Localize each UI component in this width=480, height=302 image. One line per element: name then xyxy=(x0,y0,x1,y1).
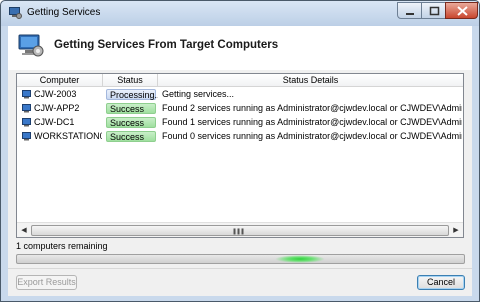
status-details: Found 1 services running as Administrato… xyxy=(162,117,462,127)
title-bar[interactable]: Getting Services xyxy=(1,1,479,26)
minimize-button[interactable] xyxy=(397,2,422,19)
lower-panel: Computer Status Status Details CJW-2003 … xyxy=(8,70,472,296)
dialog-window: Getting Services Getting Services From T… xyxy=(0,0,480,302)
export-results-button[interactable]: Export Results xyxy=(16,275,77,290)
column-header-computer[interactable]: Computer xyxy=(17,74,103,86)
computer-icon xyxy=(22,90,31,99)
remaining-count: 1 computers remaining xyxy=(16,241,108,251)
table-row[interactable]: CJW-DC1 Success Found 1 services running… xyxy=(17,116,463,129)
progress-bar xyxy=(16,254,465,264)
scrollbar-thumb[interactable]: ❚❚❚ xyxy=(31,225,449,236)
horizontal-scrollbar[interactable]: ◀ ❚❚❚ ▶ xyxy=(17,222,463,237)
status-badge: Success xyxy=(106,103,156,114)
table-row[interactable]: CJW-2003 Processing... Getting services.… xyxy=(17,88,463,101)
status-badge: Success xyxy=(106,131,156,142)
computer-name: CJW-2003 xyxy=(34,89,77,99)
status-details: Getting services... xyxy=(162,89,235,99)
close-icon xyxy=(457,6,468,16)
computer-gear-icon xyxy=(18,34,44,57)
column-headers: Computer Status Status Details xyxy=(17,74,463,87)
status-badge: Success xyxy=(106,117,156,128)
status-badge: Processing... xyxy=(106,89,158,100)
gear-computer-icon xyxy=(9,7,22,19)
status-details: Found 0 services running as Administrato… xyxy=(162,131,462,141)
header: Getting Services From Target Computers xyxy=(8,26,472,70)
page-title: Getting Services From Target Computers xyxy=(54,39,279,51)
computer-icon xyxy=(22,118,31,127)
window-title: Getting Services xyxy=(27,7,101,18)
cancel-button[interactable]: Cancel xyxy=(417,275,465,290)
table-row[interactable]: CJW-APP2 Success Found 2 services runnin… xyxy=(17,102,463,115)
services-list[interactable]: Computer Status Status Details CJW-2003 … xyxy=(16,73,464,238)
maximize-icon xyxy=(429,6,440,16)
computer-name: CJW-APP2 xyxy=(34,103,80,113)
minimize-icon xyxy=(406,13,414,15)
grip-icon: ❚❚❚ xyxy=(232,229,245,235)
scroll-left-arrow-icon[interactable]: ◀ xyxy=(17,224,31,237)
table-row[interactable]: WORKSTATION02 Success Found 0 services r… xyxy=(17,130,463,143)
divider xyxy=(8,268,472,269)
computer-name: WORKSTATION02 xyxy=(34,131,102,141)
status-details: Found 2 services running as Administrato… xyxy=(162,103,462,113)
close-button[interactable] xyxy=(445,2,478,19)
maximize-button[interactable] xyxy=(421,2,446,19)
computer-icon xyxy=(22,132,31,141)
dialog-content: Getting Services From Target Computers C… xyxy=(8,26,472,296)
column-header-status-details[interactable]: Status Details xyxy=(158,74,463,86)
computer-icon xyxy=(22,104,31,113)
column-header-status[interactable]: Status xyxy=(103,74,158,86)
scroll-right-arrow-icon[interactable]: ▶ xyxy=(449,224,463,237)
computer-name: CJW-DC1 xyxy=(34,117,75,127)
progress-glow xyxy=(275,255,325,263)
